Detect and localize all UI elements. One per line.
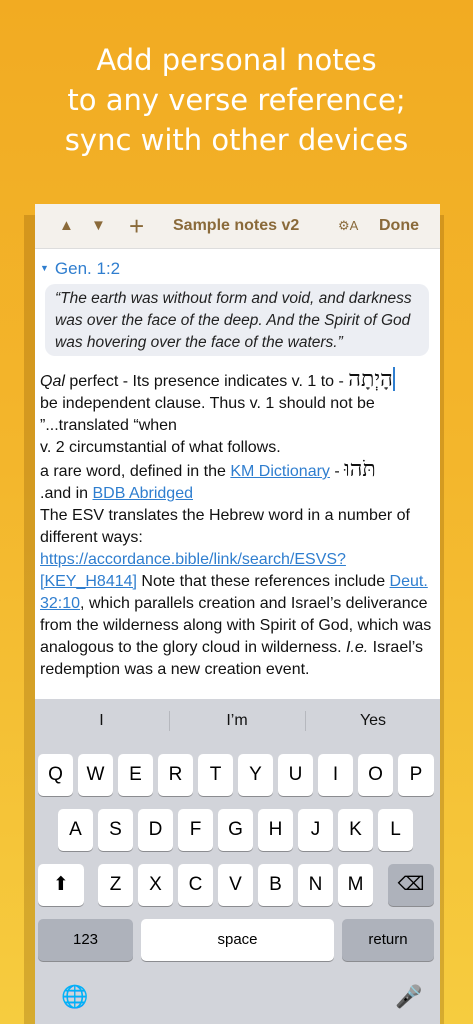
next-note-button[interactable]: ▼ [91, 204, 106, 248]
key-b[interactable]: B [258, 864, 293, 906]
key-j[interactable]: J [298, 809, 333, 851]
key-e[interactable]: E [118, 754, 153, 796]
key-n[interactable]: N [298, 864, 333, 906]
note-line-1: Qal perfect - Its presence indicates v. … [40, 367, 395, 392]
key-f[interactable]: F [178, 809, 213, 851]
key-r[interactable]: R [158, 754, 193, 796]
key-a[interactable]: A [58, 809, 93, 851]
previous-note-button[interactable]: ▲ [59, 204, 74, 248]
notes-file-title[interactable]: Sample notes v2 [173, 204, 299, 248]
key-v[interactable]: V [218, 864, 253, 906]
disclosure-triangle-icon[interactable]: ▼ [40, 263, 49, 273]
headline-line-2: to any verse reference; [67, 83, 406, 117]
key-h[interactable]: H [258, 809, 293, 851]
note-line-3: v. 2 circumstantial of what follows. [40, 439, 281, 456]
done-button[interactable]: Done [379, 204, 419, 248]
key-q[interactable]: Q [38, 754, 73, 796]
bdb-abridged-link[interactable]: BDB Abridged [92, 485, 193, 502]
key-p[interactable]: P [398, 754, 434, 796]
add-note-button[interactable]: + [129, 204, 144, 248]
microphone-icon[interactable]: 🎤 [395, 984, 422, 1010]
key-w[interactable]: W [78, 754, 113, 796]
return-key[interactable]: return [342, 919, 434, 961]
key-c[interactable]: C [178, 864, 213, 906]
key-z[interactable]: Z [98, 864, 133, 906]
verse-reference[interactable]: ▼ Gen. 1:2 [40, 256, 120, 280]
text-cursor [392, 367, 395, 391]
space-key[interactable]: space [141, 919, 334, 961]
verse-text-box: “The earth was without form and void, an… [45, 284, 429, 356]
key-m[interactable]: M [338, 864, 373, 906]
key-l[interactable]: L [378, 809, 413, 851]
key-y[interactable]: Y [238, 754, 273, 796]
key-t[interactable]: T [198, 754, 233, 796]
note-line-2: be independent clause. Thus v. 1 should … [40, 395, 375, 434]
key-i[interactable]: I [318, 754, 353, 796]
shift-key[interactable]: ⬆ [38, 864, 84, 906]
km-dictionary-link[interactable]: KM Dictionary [230, 463, 330, 480]
numbers-key[interactable]: 123 [38, 919, 133, 961]
key-x[interactable]: X [138, 864, 173, 906]
globe-icon[interactable]: 🌐 [61, 984, 88, 1010]
font-settings-icon[interactable]: ⚙A [338, 204, 358, 248]
note-line-4: a rare word, defined in the KM Dictionar… [40, 457, 376, 482]
hebrew-word-2: תֹּהוּ [344, 457, 376, 482]
headline-line-1: Add personal notes [96, 43, 377, 77]
headline-line-3: sync with other devices [64, 123, 409, 157]
note-paragraph: The ESV translates the Hebrew word in a … [40, 507, 432, 678]
suggestion-3[interactable]: Yes [306, 699, 440, 743]
key-k[interactable]: K [338, 809, 373, 851]
key-o[interactable]: O [358, 754, 393, 796]
key-u[interactable]: U [278, 754, 313, 796]
promo-headline: Add personal notes to any verse referenc… [0, 40, 473, 160]
note-editor[interactable]: Qal perfect - Its presence indicates v. … [40, 367, 436, 681]
key-g[interactable]: G [218, 809, 253, 851]
verse-reference-link[interactable]: Gen. 1:2 [55, 259, 120, 278]
suggestion-1[interactable]: I [35, 699, 168, 743]
notes-screen: ▲ ▼ + Sample notes v2 ⚙A Done ▼ Gen. 1:2 … [35, 204, 440, 1024]
key-s[interactable]: S [98, 809, 133, 851]
suggestion-2[interactable]: I’m [170, 699, 304, 743]
delete-key[interactable]: ⌫ [388, 864, 434, 906]
note-line-5: .and in BDB Abridged [40, 485, 193, 502]
key-d[interactable]: D [138, 809, 173, 851]
onscreen-keyboard: I I’m Yes Q W E R T Y U I O P A S D F G … [35, 699, 440, 1024]
notes-toolbar: ▲ ▼ + Sample notes v2 ⚙A Done [35, 204, 440, 249]
hebrew-word-1: הָיְתָה [348, 367, 393, 392]
